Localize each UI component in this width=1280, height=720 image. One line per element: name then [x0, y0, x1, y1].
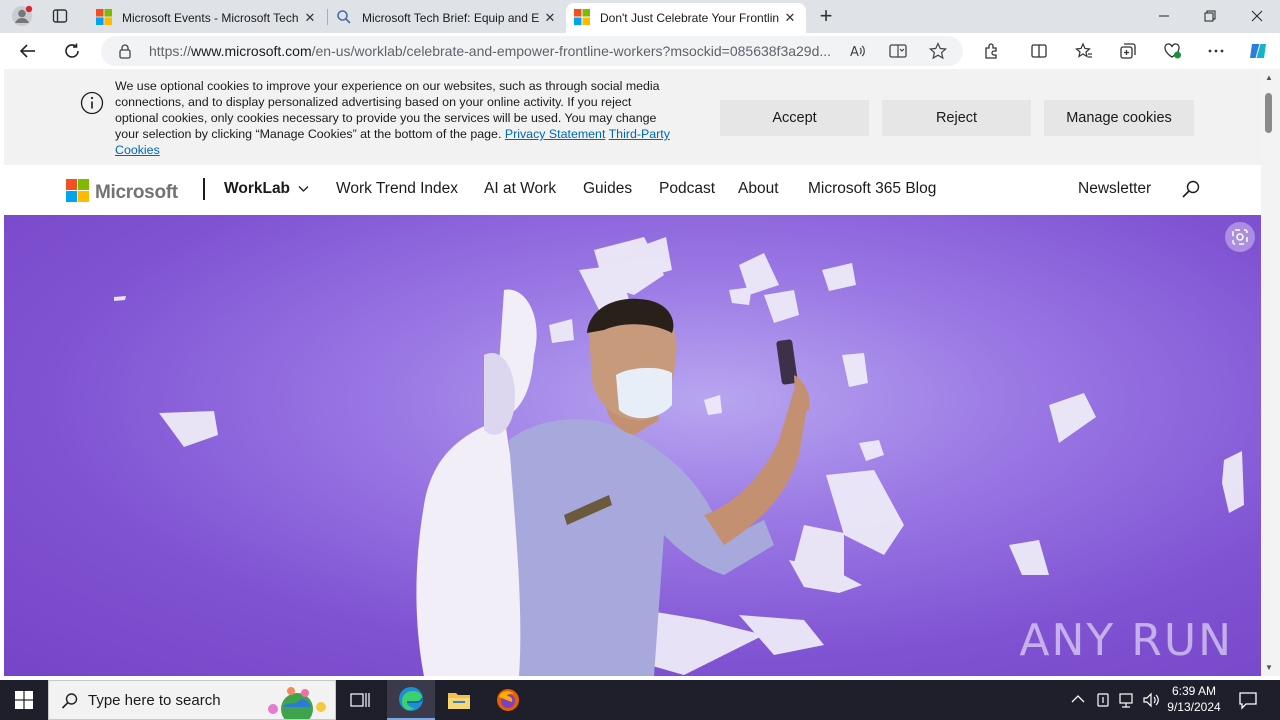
- tab-actions-icon[interactable]: [47, 4, 73, 28]
- browser-toolbar: https://www.microsoft.com/en-us/worklab/…: [0, 33, 1280, 69]
- favorite-star-icon[interactable]: [928, 42, 948, 65]
- info-icon: [80, 91, 104, 120]
- hero-image: ANY RUN: [4, 215, 1261, 676]
- microsoft-logo-icon: [66, 179, 89, 207]
- taskbar-search-box[interactable]: Type here to search: [48, 680, 336, 720]
- refresh-icon[interactable]: [57, 37, 87, 65]
- url-prefix: https://: [149, 43, 192, 59]
- favorites-icon[interactable]: [1069, 37, 1099, 65]
- newsletter-link[interactable]: Newsletter: [1078, 180, 1151, 198]
- tab-title: Don't Just Celebrate Your Frontlin: [600, 11, 780, 25]
- nav-work-trend-index[interactable]: Work Trend Index: [336, 180, 458, 198]
- chevron-down-icon: [298, 180, 309, 198]
- immersive-reader-icon[interactable]: [889, 42, 907, 65]
- brand-name: Microsoft: [95, 182, 178, 203]
- nav-guides[interactable]: Guides: [583, 180, 632, 198]
- nav-podcast[interactable]: Podcast: [659, 180, 715, 198]
- tab-frontline-workers[interactable]: Don't Just Celebrate Your Frontlin ✕: [566, 3, 806, 33]
- network-status-icon[interactable]: [1095, 691, 1111, 714]
- windows-start-icon[interactable]: [0, 680, 48, 720]
- split-screen-icon[interactable]: [1024, 37, 1054, 65]
- visual-search-icon[interactable]: [1224, 221, 1256, 258]
- microsoft-logo-icon: [96, 8, 112, 28]
- nav-divider: [203, 178, 205, 200]
- search-icon: [61, 692, 79, 715]
- scroll-thumb[interactable]: [1265, 93, 1272, 133]
- taskbar-search-placeholder: Type here to search: [88, 692, 221, 709]
- cookie-banner: We use optional cookies to improve your …: [4, 69, 1261, 165]
- nav-ai-at-work[interactable]: AI at Work: [484, 180, 556, 198]
- lock-icon[interactable]: [117, 43, 133, 64]
- wired-network-icon[interactable]: [1118, 691, 1136, 714]
- reject-cookies-button[interactable]: Reject: [882, 100, 1031, 136]
- cookie-message: We use optional cookies to improve your …: [115, 78, 675, 158]
- svg-text:A: A: [850, 45, 859, 60]
- worklab-menu[interactable]: WorkLab: [224, 180, 309, 198]
- back-icon[interactable]: [13, 37, 43, 65]
- tab-close-icon[interactable]: ✕: [302, 10, 318, 26]
- restore-icon[interactable]: [1187, 0, 1233, 32]
- new-tab-icon[interactable]: +: [813, 3, 839, 28]
- clock-time: 6:39 AM: [1171, 684, 1217, 698]
- search-highlight-icon: [261, 683, 333, 720]
- url-text[interactable]: https://www.microsoft.com/en-us/worklab/…: [149, 43, 839, 59]
- microsoft-home-link[interactable]: Microsoft: [66, 179, 178, 207]
- search-icon: [336, 9, 352, 28]
- microsoft-logo-icon: [574, 8, 590, 28]
- browser-essentials-icon[interactable]: [1157, 37, 1187, 65]
- tab-microsoft-events[interactable]: Microsoft Events - Microsoft Tech ✕: [88, 3, 326, 33]
- worklab-label: WorkLab: [224, 180, 291, 197]
- file-explorer-icon[interactable]: [435, 680, 483, 720]
- extensions-icon[interactable]: [976, 37, 1006, 65]
- system-clock[interactable]: 6:39 AM 9/13/2024: [1166, 683, 1222, 715]
- task-view-icon[interactable]: [336, 680, 384, 720]
- scroll-down-icon[interactable]: ▼: [1265, 663, 1273, 672]
- notifications-icon[interactable]: [1238, 690, 1258, 715]
- profile-avatar-icon[interactable]: [9, 4, 35, 28]
- read-aloud-icon[interactable]: A: [849, 42, 867, 65]
- collections-icon[interactable]: [1113, 37, 1143, 65]
- volume-icon[interactable]: [1142, 691, 1160, 714]
- firefox-app-icon[interactable]: [484, 680, 532, 720]
- more-options-icon[interactable]: [1201, 37, 1231, 65]
- copilot-icon[interactable]: [1243, 37, 1273, 65]
- browser-tab-strip: Microsoft Events - Microsoft Tech ✕ Micr…: [0, 0, 1280, 33]
- url-host: www.microsoft.com: [191, 43, 312, 59]
- tab-title: Microsoft Events - Microsoft Tech: [122, 11, 299, 25]
- edge-app-icon[interactable]: [387, 680, 435, 720]
- show-hidden-icons-icon[interactable]: [1071, 692, 1085, 711]
- site-navigation: Microsoft WorkLab Work Trend Index AI at…: [4, 165, 1261, 215]
- tab-close-icon[interactable]: ✕: [542, 10, 558, 26]
- clock-date: 9/13/2024: [1167, 700, 1221, 714]
- manage-cookies-button[interactable]: Manage cookies: [1044, 100, 1194, 136]
- tab-tech-brief[interactable]: Microsoft Tech Brief: Equip and E ✕: [328, 3, 566, 33]
- scroll-up-icon[interactable]: ▲: [1265, 73, 1273, 82]
- address-bar[interactable]: https://www.microsoft.com/en-us/worklab/…: [101, 36, 963, 66]
- page-viewport: We use optional cookies to improve your …: [4, 69, 1261, 676]
- search-icon[interactable]: [1181, 179, 1201, 204]
- privacy-statement-link[interactable]: Privacy Statement: [505, 127, 606, 141]
- tab-close-icon[interactable]: ✕: [782, 10, 798, 26]
- tab-title: Microsoft Tech Brief: Equip and E: [362, 11, 540, 25]
- nav-about[interactable]: About: [738, 180, 779, 198]
- hero-illustration: [114, 237, 1244, 676]
- windows-taskbar: Type here to search 6:39 AM 9/13/2024: [0, 680, 1280, 720]
- url-path: /en-us/worklab/celebrate-and-empower-fro…: [311, 43, 832, 59]
- watermark: ANY RUN: [1019, 615, 1233, 666]
- close-window-icon[interactable]: [1234, 0, 1280, 32]
- accept-cookies-button[interactable]: Accept: [720, 100, 869, 136]
- page-scrollbar[interactable]: ▲ ▼: [1261, 69, 1280, 676]
- nav-microsoft-365-blog[interactable]: Microsoft 365 Blog: [808, 180, 936, 198]
- minimize-icon[interactable]: [1141, 0, 1187, 32]
